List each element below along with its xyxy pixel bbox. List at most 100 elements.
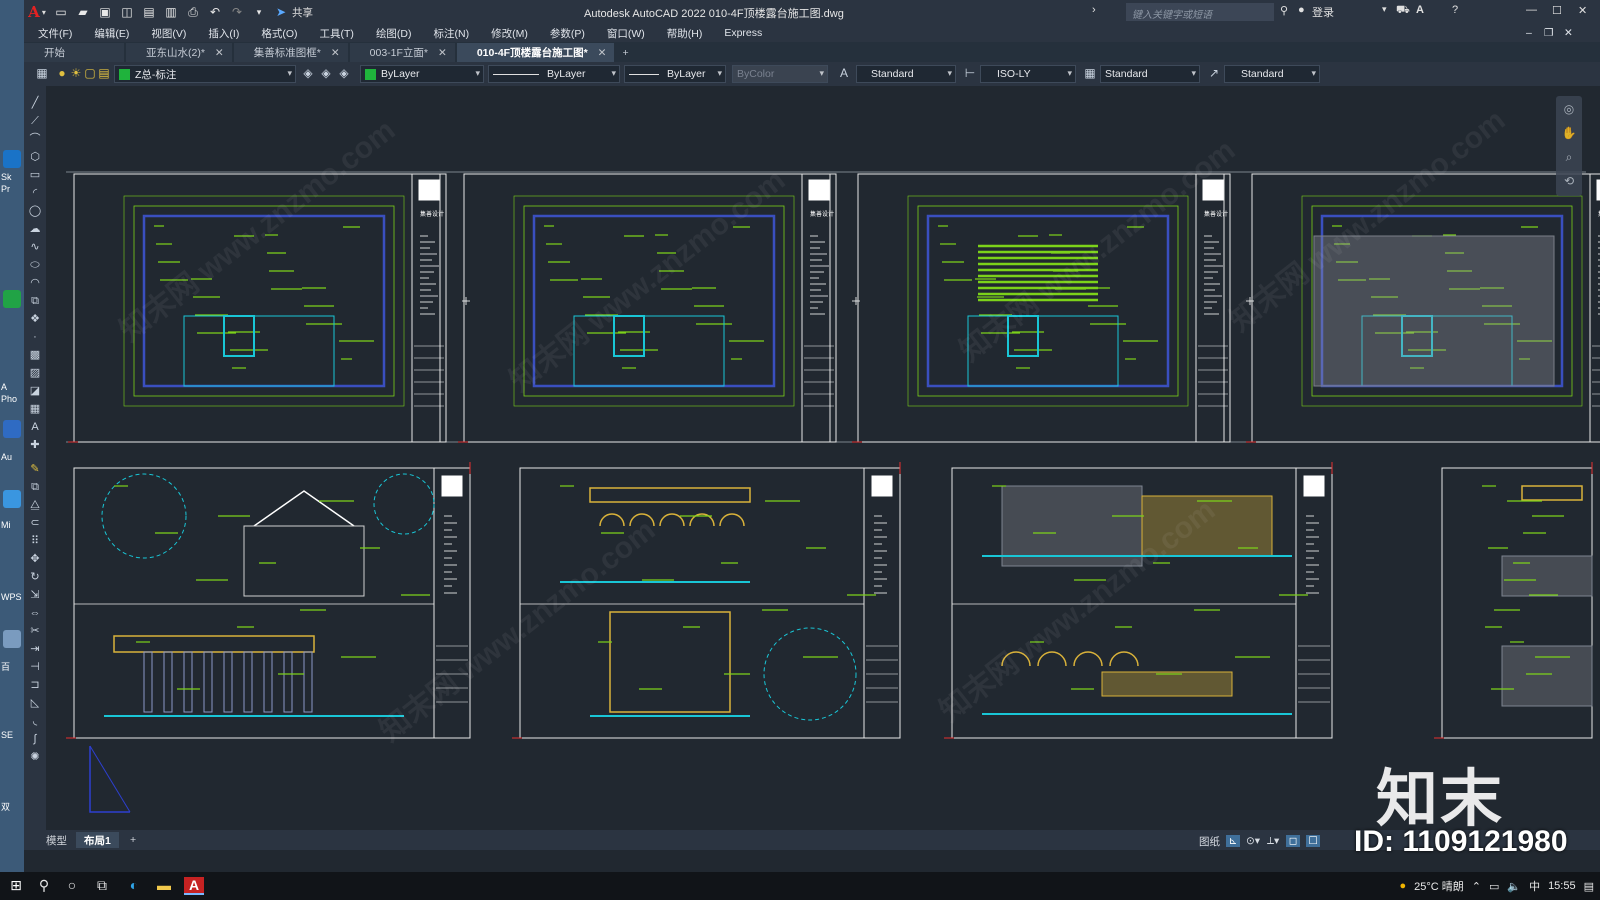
menu-tools[interactable]: 工具(T) <box>320 26 354 41</box>
menu-view[interactable]: 视图(V) <box>151 26 186 41</box>
make-current-icon[interactable]: ◈ <box>300 66 316 82</box>
menu-edit[interactable]: 编辑(E) <box>94 26 129 41</box>
chamfer-icon[interactable]: ◺ <box>27 696 43 710</box>
polar-icon[interactable]: ⊙▾ <box>1246 835 1260 847</box>
plot-icon[interactable]: ▥ <box>161 2 181 22</box>
close-tab-icon[interactable]: ✕ <box>331 47 340 59</box>
plotstyle-dropdown[interactable]: ByColor ▾ <box>732 65 828 83</box>
menu-window[interactable]: 窗口(W) <box>607 26 645 41</box>
erase-icon[interactable]: ✎ <box>27 462 43 476</box>
menu-format[interactable]: 格式(O) <box>261 26 297 41</box>
network-icon[interactable]: ▭ <box>1489 880 1499 893</box>
clock-time[interactable]: 15:55 <box>1548 880 1576 892</box>
menu-express[interactable]: Express <box>724 27 762 39</box>
layout-tab-layout1[interactable]: 布局1 <box>76 832 119 848</box>
search-icon[interactable]: ⚲ <box>36 877 52 895</box>
login-link[interactable]: 登录 <box>1312 4 1334 20</box>
rotate-icon[interactable]: ↻ <box>27 570 43 584</box>
menu-insert[interactable]: 插入(I) <box>208 26 239 41</box>
fillet-icon[interactable]: ◟ <box>27 714 43 728</box>
file-explorer-icon[interactable]: ▬ <box>156 877 172 895</box>
redo-icon[interactable]: ↷ <box>227 2 247 22</box>
explode-icon[interactable]: ✺ <box>27 750 43 764</box>
desktop-app-icon[interactable] <box>3 630 21 648</box>
gradient-icon[interactable]: ▨ <box>27 366 43 380</box>
doc-minimize-button[interactable]: – <box>1526 27 1532 39</box>
print-icon[interactable]: ⎙ <box>183 2 203 22</box>
menu-draw[interactable]: 绘图(D) <box>376 26 412 41</box>
menu-modify[interactable]: 修改(M) <box>491 26 528 41</box>
file-tab-active[interactable]: 010-4F顶楼露台施工图* ✕ <box>456 43 615 62</box>
search-icon[interactable]: ⚲ <box>1280 4 1288 17</box>
app-menu-button[interactable]: A ▾ <box>24 0 50 24</box>
open-folder-icon[interactable]: ▰ <box>73 2 93 22</box>
file-tab[interactable]: 003-1F立面* ✕ <box>349 43 455 62</box>
volume-icon[interactable]: 🔈 <box>1507 880 1521 893</box>
text-style-dropdown[interactable]: Standard ▾ <box>856 65 956 83</box>
close-tab-icon[interactable]: ✕ <box>438 47 447 59</box>
rectangle-icon[interactable]: ▭ <box>27 168 43 182</box>
table-style-dropdown[interactable]: Standard ▾ <box>1100 65 1200 83</box>
insert-block-icon[interactable]: ⧉ <box>27 294 43 308</box>
scale-icon[interactable]: ⇲ <box>27 588 43 602</box>
ellipse-arc-icon[interactable]: ◠ <box>27 276 43 290</box>
desktop-app-icon[interactable] <box>3 490 21 508</box>
match-layer-icon[interactable]: ◈ <box>318 66 334 82</box>
close-button[interactable]: ✕ <box>1578 4 1587 17</box>
share-label[interactable]: 共享 <box>292 5 313 20</box>
isometric-icon[interactable]: ⟂▾ <box>1266 835 1280 848</box>
login-dropdown-icon[interactable]: ▾ <box>1382 4 1387 15</box>
doc-close-button[interactable]: ✕ <box>1564 27 1573 39</box>
share-icon[interactable]: ➤ <box>271 2 291 22</box>
expand-arrow-icon[interactable]: › <box>1092 4 1096 16</box>
table-icon[interactable]: ▦ <box>27 402 43 416</box>
move-icon[interactable]: ✥ <box>27 552 43 566</box>
lineweight-dropdown[interactable]: ByLayer ▾ <box>624 65 726 83</box>
file-tab[interactable]: 集善标准图框* ✕ <box>233 43 348 62</box>
object-snap-icon[interactable]: ◻ <box>1286 835 1301 847</box>
cart-icon[interactable]: ⛟ <box>1396 4 1410 18</box>
spline-icon[interactable]: ∿ <box>27 240 43 254</box>
polygon-icon[interactable]: ⬡ <box>27 150 43 164</box>
arc-icon[interactable]: ◜ <box>27 186 43 200</box>
make-block-icon[interactable]: ❖ <box>27 312 43 326</box>
save-as-icon[interactable]: ◫ <box>117 2 137 22</box>
hatch-icon[interactable]: ▩ <box>27 348 43 362</box>
desktop-app-icon[interactable] <box>3 290 21 308</box>
point-icon[interactable]: · <box>27 330 43 344</box>
maximize-button[interactable]: ☐ <box>1552 4 1562 17</box>
weather-text[interactable]: 25°C 晴朗 <box>1414 878 1464 894</box>
file-tab[interactable]: 亚东山水(2)* ✕ <box>126 43 232 62</box>
user-icon[interactable]: ● <box>1298 4 1305 16</box>
color-dropdown[interactable]: ByLayer ▾ <box>360 65 484 83</box>
close-tab-icon[interactable]: ✕ <box>215 47 224 59</box>
mirror-icon[interactable]: ⧋ <box>27 498 43 512</box>
windows-start-icon[interactable]: ⊞ <box>8 877 24 895</box>
desktop-app-icon[interactable] <box>3 420 21 438</box>
task-view-icon[interactable]: ⧉ <box>94 877 110 895</box>
table-style-icon[interactable]: ▦ <box>1082 66 1098 82</box>
offset-icon[interactable]: ⊂ <box>27 516 43 530</box>
save-icon[interactable]: ▣ <box>95 2 115 22</box>
mtext-icon[interactable]: A <box>27 420 43 434</box>
construction-line-icon[interactable]: ⟋ <box>27 114 43 128</box>
array-icon[interactable]: ⠿ <box>27 534 43 548</box>
autocad-taskbar-icon[interactable]: A <box>184 877 204 895</box>
weather-sun-icon[interactable]: ● <box>1399 880 1406 892</box>
text-style-icon[interactable]: A <box>836 66 852 82</box>
add-selected-icon[interactable]: ✚ <box>27 438 43 452</box>
blend-icon[interactable]: ∫ <box>27 732 43 746</box>
steering-wheel-icon[interactable]: ◎ <box>1561 102 1577 116</box>
menu-file[interactable]: 文件(F) <box>38 26 72 41</box>
new-layout-button[interactable]: + <box>122 832 144 848</box>
snap-icon[interactable]: ⊾ <box>1226 835 1240 847</box>
desktop-app-icon[interactable] <box>3 150 21 168</box>
pan-icon[interactable]: ✋ <box>1561 126 1577 140</box>
autodesk-account-icon[interactable]: A <box>1416 4 1424 16</box>
dim-style-dropdown[interactable]: ISO-LY ▾ <box>980 65 1076 83</box>
lineweight-toggle-icon[interactable]: ☐ <box>1306 835 1321 847</box>
zoom-extents-icon[interactable]: ⌕ <box>1561 150 1577 164</box>
extend-icon[interactable]: ⇥ <box>27 642 43 656</box>
close-tab-icon[interactable]: ✕ <box>598 47 607 59</box>
layer-properties-icon[interactable]: ▦ <box>34 66 50 82</box>
